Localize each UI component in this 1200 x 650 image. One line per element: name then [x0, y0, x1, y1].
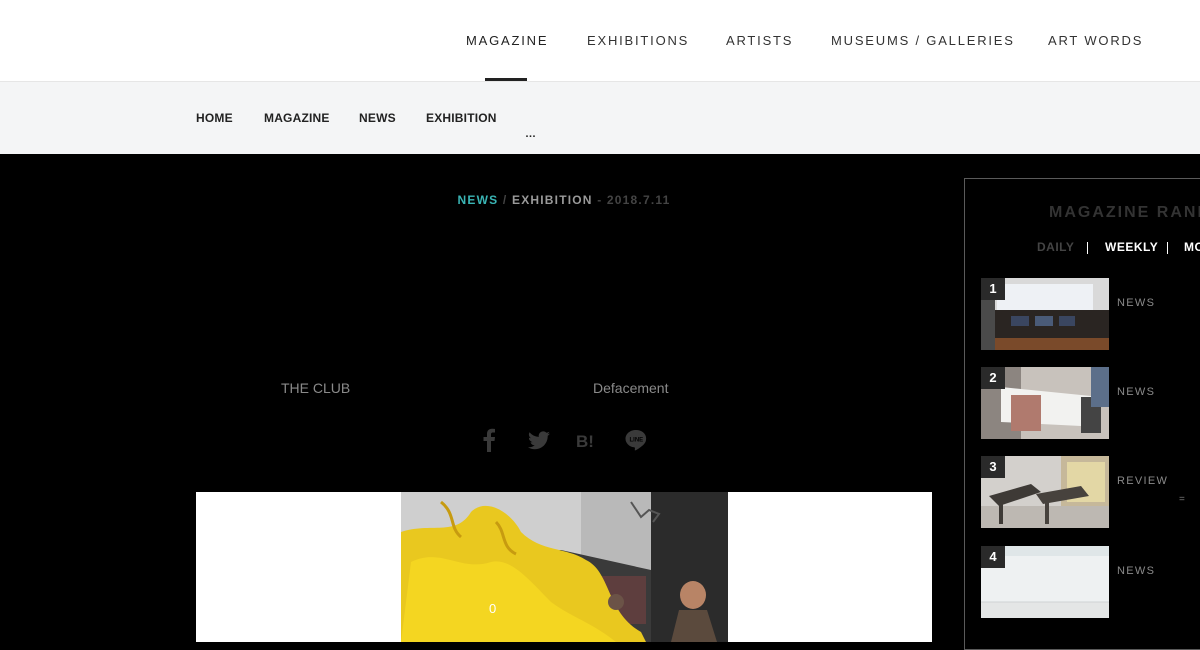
nav-exhibitions[interactable]: EXHIBITIONS: [587, 33, 689, 48]
article-tag[interactable]: THE CLUB: [281, 380, 350, 396]
breadcrumb-magazine[interactable]: MAGAZINE: [264, 111, 330, 125]
ranking-thumbnail[interactable]: 1: [981, 278, 1109, 350]
tab-weekly[interactable]: WEEKLY: [1105, 240, 1158, 254]
tab-divider: [1167, 242, 1168, 254]
ranking-category[interactable]: REVIEW: [1117, 475, 1168, 487]
magazine-ranking: MAGAZINE RANKING DAILY WEEKLY MONTHLY 1 …: [964, 178, 1200, 650]
article-category[interactable]: NEWS: [458, 193, 499, 207]
article-subcategory[interactable]: EXHIBITION: [512, 193, 593, 207]
svg-text:B!: B!: [576, 432, 594, 451]
ranking-thumbnail[interactable]: 4: [981, 546, 1109, 618]
ranking-item[interactable]: 3 REVIEW =: [981, 456, 1200, 528]
svg-text:0: 0: [489, 601, 496, 616]
site-header: MAGAZINE EXHIBITIONS ARTISTS MUSEUMS / G…: [0, 0, 1200, 82]
breadcrumb-ellipsis: …: [525, 128, 536, 140]
hero-image: 0: [401, 492, 728, 642]
facebook-icon[interactable]: [481, 428, 497, 452]
nav-active-indicator: [485, 78, 527, 81]
ranking-category[interactable]: NEWS: [1117, 297, 1155, 309]
meta-separator: /: [502, 193, 508, 207]
article-tag[interactable]: Defacement: [593, 380, 668, 396]
nav-art-words[interactable]: ART WORDS: [1048, 33, 1143, 48]
nav-artists[interactable]: ARTISTS: [726, 33, 793, 48]
tab-monthly[interactable]: MONTHLY: [1184, 240, 1200, 254]
main-nav: MAGAZINE EXHIBITIONS ARTISTS MUSEUMS / G…: [0, 33, 1200, 53]
ranking-item[interactable]: 2 NEWS: [981, 367, 1200, 439]
rank-number: 4: [981, 546, 1005, 568]
rank-number: 3: [981, 456, 1005, 478]
ranking-mark: =: [1179, 494, 1185, 505]
breadcrumb-home[interactable]: HOME: [196, 111, 233, 125]
ranking-title: MAGAZINE RANKING: [1049, 204, 1200, 221]
breadcrumb-exhibition[interactable]: EXHIBITION: [426, 111, 497, 125]
hatena-bookmark-icon[interactable]: B!: [575, 428, 599, 452]
ranking-item[interactable]: 4 NEWS: [981, 546, 1200, 618]
breadcrumb-news[interactable]: NEWS: [359, 111, 396, 125]
twitter-icon[interactable]: [527, 428, 551, 452]
article-date: - 2018.7.11: [597, 193, 671, 207]
breadcrumb: HOME MAGAZINE NEWS EXHIBITION …: [0, 82, 1200, 154]
line-icon[interactable]: LINE: [624, 428, 648, 452]
rank-number: 2: [981, 367, 1005, 389]
ranking-category[interactable]: NEWS: [1117, 386, 1155, 398]
tab-divider: [1087, 242, 1088, 254]
svg-text:LINE: LINE: [630, 438, 644, 444]
article-hero: 0: [196, 492, 932, 642]
ranking-thumbnail[interactable]: 3: [981, 456, 1109, 528]
ranking-category[interactable]: NEWS: [1117, 565, 1155, 577]
ranking-item[interactable]: 1 NEWS: [981, 278, 1200, 350]
article-meta: NEWS / EXHIBITION - 2018.7.11: [196, 193, 932, 207]
rank-number: 1: [981, 278, 1005, 300]
nav-museums-galleries[interactable]: MUSEUMS / GALLERIES: [831, 33, 1015, 48]
nav-magazine[interactable]: MAGAZINE: [466, 33, 548, 48]
ranking-thumbnail[interactable]: 2: [981, 367, 1109, 439]
tab-daily[interactable]: DAILY: [1037, 240, 1074, 254]
